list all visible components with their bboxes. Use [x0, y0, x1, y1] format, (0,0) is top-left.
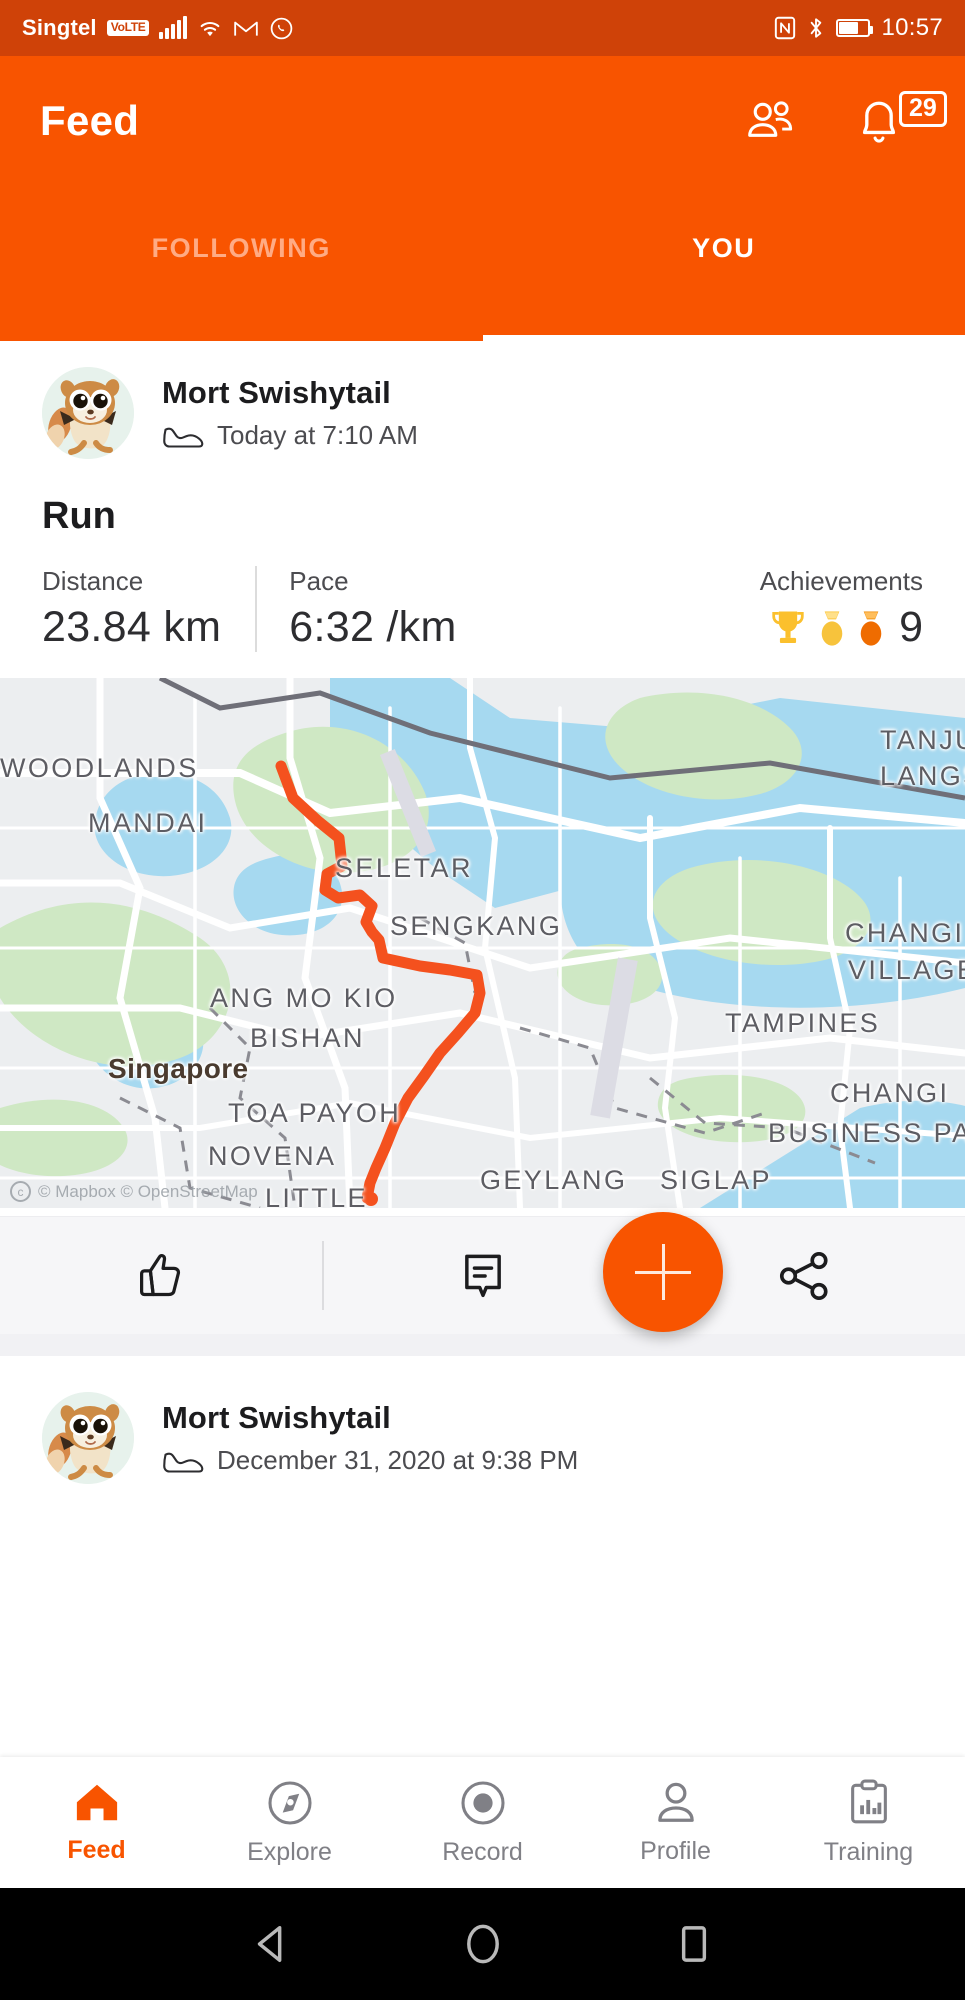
stat-pace: Pace 6:32 /km: [255, 566, 490, 652]
nav-label-record: Record: [442, 1838, 523, 1866]
bluetooth-icon: [811, 18, 822, 38]
stat-distance-label: Distance: [42, 566, 144, 596]
post-action-bar: [0, 1216, 965, 1334]
android-navigation-bar: [0, 1888, 965, 2000]
bell-icon: [862, 101, 896, 143]
comment-button[interactable]: [321, 1217, 644, 1334]
notifications-button[interactable]: 29: [855, 91, 947, 147]
feed-tabs: FOLLOWING YOU: [0, 191, 965, 341]
add-activity-fab[interactable]: [603, 1212, 723, 1332]
page-title: Feed: [40, 97, 140, 144]
nfc-icon: [775, 16, 796, 40]
lemur-avatar-image: [42, 367, 134, 459]
copyright-icon: c: [10, 1181, 31, 1202]
trophy-icon: [772, 611, 804, 643]
stat-pace-label: Pace: [289, 566, 349, 596]
triangle-left-icon[interactable]: [249, 1921, 295, 1967]
wifi-icon: [201, 22, 220, 37]
feed-divider: [0, 1334, 965, 1356]
tab-following[interactable]: FOLLOWING: [0, 191, 483, 341]
stat-pace-value: 6:32 /km: [289, 603, 457, 651]
nav-label-profile: Profile: [640, 1837, 711, 1865]
whatsapp-icon: [271, 17, 293, 39]
share-icon: [780, 1251, 828, 1300]
activity-timestamp-2: December 31, 2020 at 9:38 PM: [217, 1445, 579, 1475]
volte-badge: VoLTE: [106, 20, 150, 36]
home-icon: [76, 1784, 117, 1821]
circle-icon[interactable]: [460, 1921, 506, 1967]
map-attribution: c © Mapbox © OpenStreetMap: [10, 1181, 258, 1202]
running-shoe-icon: [163, 427, 204, 448]
avatar[interactable]: [42, 1392, 134, 1484]
bottom-navigation: Feed Explore Record Profile Training: [0, 1757, 965, 1888]
kudos-button[interactable]: [0, 1217, 322, 1334]
stat-distance-value: 23.84 km: [42, 603, 222, 651]
achievements-count: 9: [899, 603, 923, 651]
nav-item-training[interactable]: Training: [772, 1778, 965, 1867]
nav-item-record[interactable]: Record: [386, 1778, 579, 1867]
signal-bars-icon: [159, 16, 188, 39]
lemur-avatar-image: [42, 1392, 134, 1484]
activity-timestamp: Today at 7:10 AM: [217, 420, 418, 450]
comment-icon: [464, 1254, 501, 1297]
app-bar: Feed 29 FOLLOWING YOU: [0, 56, 965, 341]
activity-title[interactable]: Run: [0, 469, 965, 538]
nav-item-feed[interactable]: Feed: [0, 1780, 193, 1865]
people-icon[interactable]: [743, 99, 799, 143]
nav-label-feed: Feed: [67, 1836, 126, 1864]
activity-card[interactable]: Mort Swishytail Today at 7:10 AM Run Dis…: [0, 341, 965, 1334]
person-icon: [657, 1782, 694, 1822]
nav-label-explore: Explore: [247, 1838, 332, 1866]
map-attribution-text: © Mapbox © OpenStreetMap: [38, 1181, 258, 1201]
stat-distance: Distance 23.84 km: [42, 566, 255, 652]
nav-item-profile[interactable]: Profile: [579, 1779, 772, 1866]
tab-you[interactable]: YOU: [482, 191, 965, 341]
gmail-icon: [234, 21, 259, 36]
athlete-name[interactable]: Mort Swishytail: [162, 375, 418, 411]
compass-icon: [267, 1781, 312, 1825]
post-header-2[interactable]: Mort Swishytail December 31, 2020 at 9:3…: [0, 1366, 965, 1494]
stat-achievements-label: Achievements: [759, 566, 923, 596]
map-canvas: [0, 678, 965, 1208]
avatar[interactable]: [42, 367, 134, 459]
feed-list[interactable]: Mort Swishytail Today at 7:10 AM Run Dis…: [0, 341, 965, 2000]
activity-stats: Distance 23.84 km Pace 6:32 /km Achievem…: [0, 538, 965, 678]
activity-card-2[interactable]: Mort Swishytail December 31, 2020 at 9:3…: [0, 1356, 965, 1494]
nav-item-explore[interactable]: Explore: [193, 1778, 386, 1867]
running-shoe-icon: [163, 1452, 204, 1473]
carrier-label: Singtel: [22, 15, 97, 40]
android-status-bar: Singtel VoLTE 10:57: [0, 0, 965, 56]
gold-medal-icon: [821, 611, 843, 646]
square-icon[interactable]: [671, 1921, 717, 1967]
app-root: Singtel VoLTE 10:57 Feed 29 FOLLOWING YO…: [0, 0, 965, 2000]
bronze-medal-icon: [860, 611, 882, 646]
activity-map[interactable]: WOODLANDS MANDAI SELETAR SENGKANG TANJUN…: [0, 678, 965, 1208]
record-icon: [460, 1781, 505, 1825]
clock-label: 10:57: [881, 14, 943, 41]
thumbs-up-icon: [139, 1253, 180, 1296]
notification-count-badge: 29: [899, 91, 947, 128]
nav-label-training: Training: [823, 1838, 914, 1866]
battery-icon: [836, 19, 874, 37]
post-header[interactable]: Mort Swishytail Today at 7:10 AM: [0, 341, 965, 469]
clipboard-chart-icon: [850, 1779, 887, 1824]
athlete-name-2[interactable]: Mort Swishytail: [162, 1400, 578, 1436]
stat-achievements[interactable]: Achievements 9: [760, 566, 923, 652]
